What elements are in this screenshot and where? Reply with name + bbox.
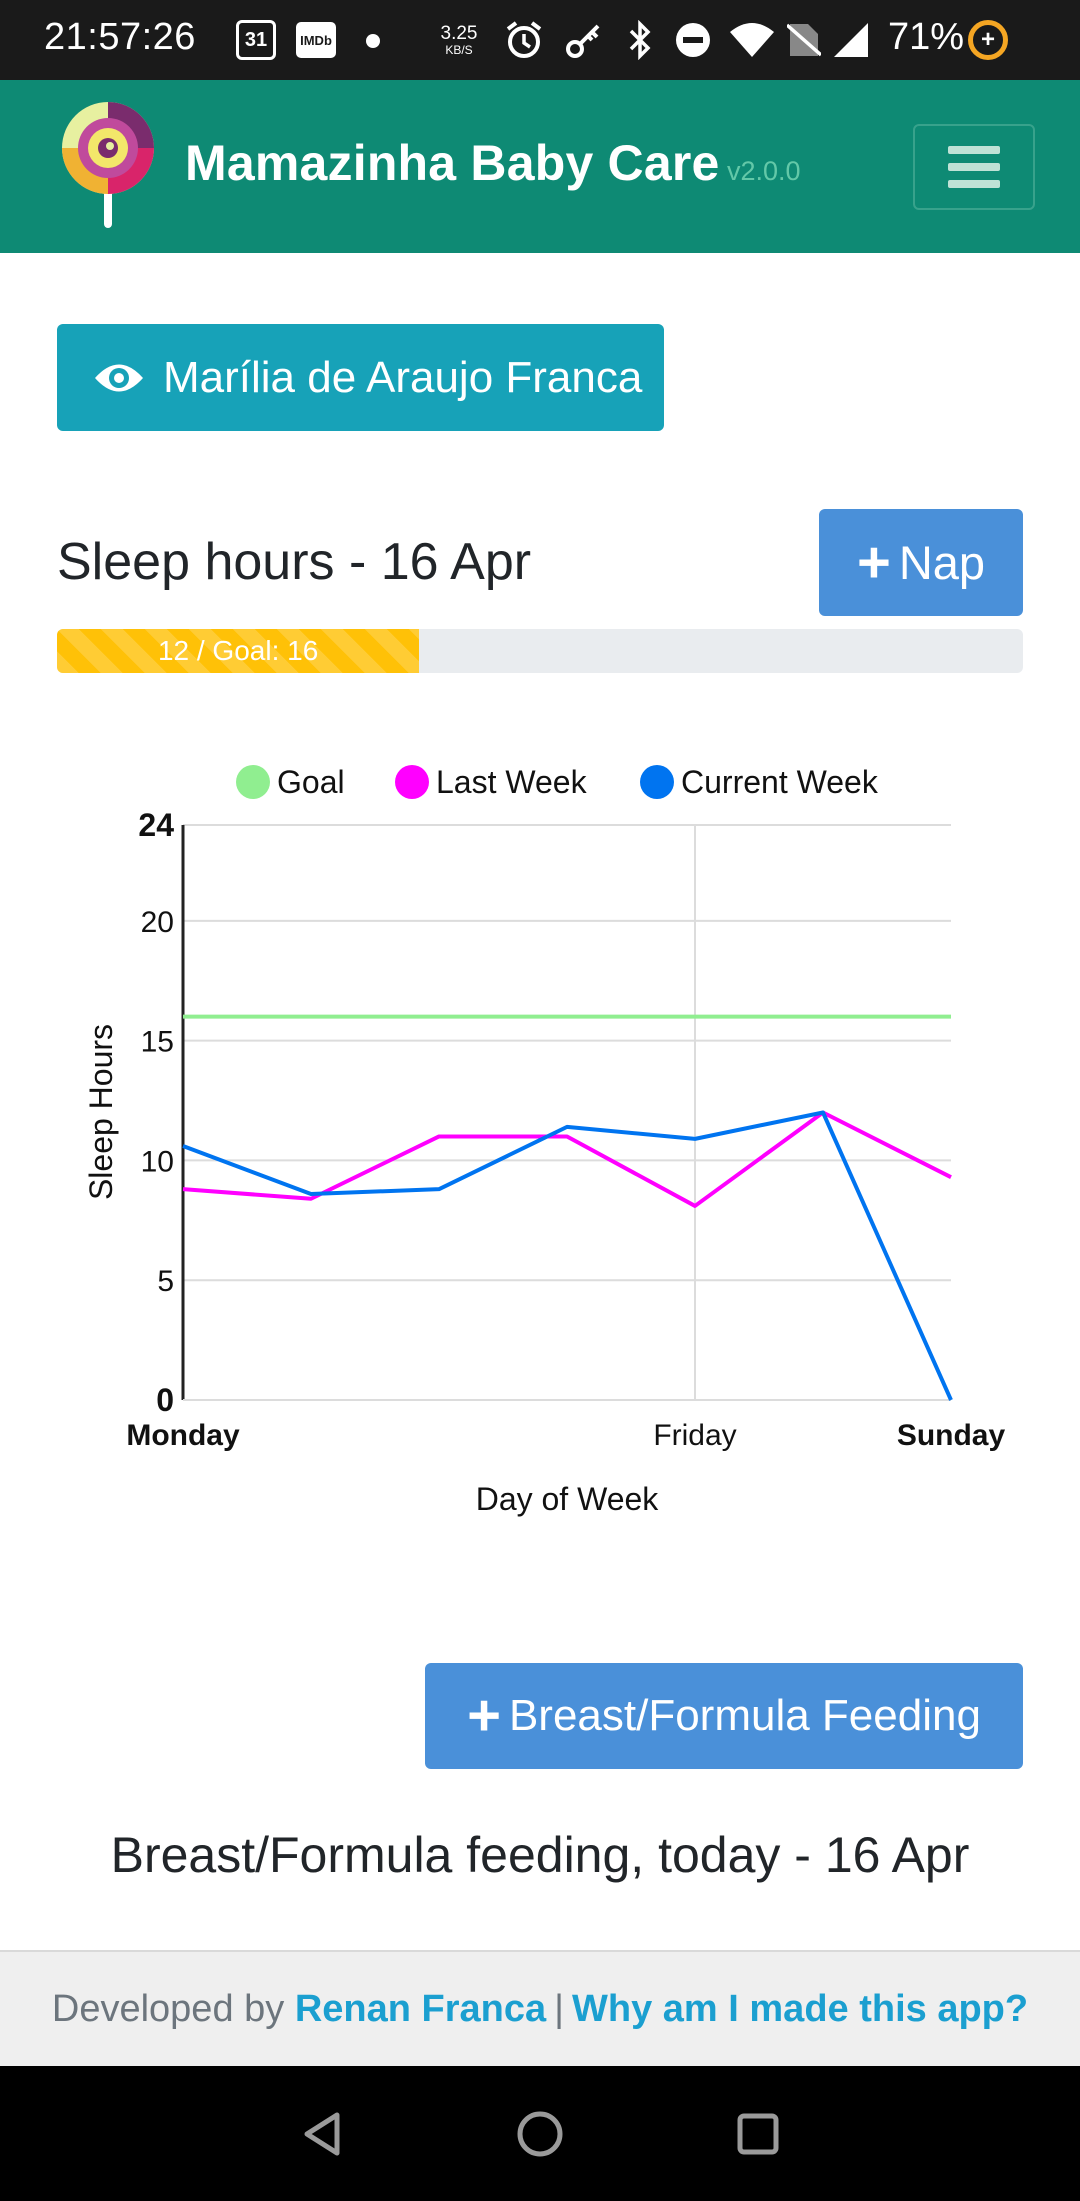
lollipop-logo-icon[interactable] — [60, 100, 156, 230]
legend-swatch — [640, 765, 674, 799]
app-brand[interactable]: Mamazinha Baby Care — [185, 134, 720, 192]
x-tick-label: Sunday — [897, 1419, 1006, 1452]
y-tick-label: 20 — [141, 906, 174, 939]
navbar: Mamazinha Baby Care v2.0.0 — [0, 80, 1080, 253]
y-tick-label: 15 — [141, 1026, 174, 1059]
menu-toggle-button[interactable] — [913, 124, 1035, 210]
plus-icon: + — [467, 1683, 501, 1748]
x-axis-title: Day of Week — [476, 1481, 660, 1517]
net-speed-unit: KB/S — [445, 42, 473, 57]
net-speed-indicator: 3.25 KB/S — [434, 18, 484, 62]
no-sim-icon — [784, 18, 824, 62]
author-link[interactable]: Renan Franca — [295, 1988, 546, 2031]
back-icon[interactable] — [292, 2104, 352, 2164]
legend-swatch — [395, 765, 429, 799]
calendar-icon: 31 — [236, 20, 276, 60]
sleep-goal-progress-bar: 12 / Goal: 16 — [57, 629, 420, 673]
plus-icon: + — [856, 529, 891, 595]
legend-label: Last Week — [436, 764, 588, 800]
add-nap-label: Nap — [898, 536, 986, 589]
legend-label: Current Week — [681, 764, 879, 800]
footer: Developed by Renan Franca | Why am I made … — [0, 1950, 1080, 2066]
recents-icon[interactable] — [728, 2104, 788, 2164]
eye-icon — [93, 361, 145, 395]
net-speed-value: 3.25 — [440, 22, 478, 44]
dnd-icon — [672, 18, 714, 62]
home-icon[interactable] — [510, 2104, 570, 2164]
hamburger-icon — [948, 146, 1000, 154]
footer-prefix: Developed by — [51, 1987, 285, 2030]
feeding-title: Breast/Formula feeding, today - 16 Apr — [110, 1827, 970, 1883]
y-tick-label: 24 — [138, 807, 174, 843]
add-nap-button[interactable]: + Nap — [819, 509, 1023, 616]
add-feeding-label: Breast/Formula Feeding — [508, 1691, 981, 1740]
add-feeding-button[interactable]: + Breast/Formula Feeding — [425, 1663, 1023, 1769]
x-tick-label: Monday — [126, 1419, 240, 1452]
sleep-goal-progress-label: 12 / Goal: 16 — [157, 635, 319, 666]
sleep-hours-title: Sleep hours - 16 Apr — [57, 533, 532, 591]
sleep-chart-svg: 0 5 10 15 20 24 Monday Friday Sunday Goal Last Wee… — [83, 764, 1006, 1517]
notification-dot-icon — [366, 34, 380, 48]
legend-swatch — [236, 765, 270, 799]
y-axis-title: Sleep Hours — [83, 1024, 119, 1200]
bluetooth-icon — [620, 18, 660, 62]
status-bar: 21:57:26 31 IMDb 3.25 KB/S 71% + — [0, 0, 1080, 80]
y-tick-label: 10 — [141, 1145, 174, 1178]
battery-percent: 71% — [888, 16, 965, 58]
sleep-chart: 0 5 10 15 20 24 Monday Friday Sunday Goal Last Wee… — [0, 740, 1080, 1540]
baby-view-button[interactable]: Marília de Araujo Franca — [57, 324, 664, 431]
key-icon — [562, 18, 606, 62]
footer-separator: | — [554, 1987, 565, 2030]
baby-name: Marília de Araujo Franca — [163, 352, 643, 402]
app-version: v2.0.0 — [727, 156, 801, 186]
x-tick-label: Friday — [653, 1419, 736, 1452]
series-line-current-week — [182, 1110, 953, 1401]
android-nav-bar — [0, 2066, 1080, 2201]
signal-icon — [830, 18, 872, 62]
y-tick-label: 0 — [156, 1382, 174, 1418]
wifi-icon — [728, 18, 776, 62]
why-app-link[interactable]: Why am I made this app? — [572, 1988, 1028, 2031]
y-tick-label: 5 — [157, 1265, 174, 1298]
battery-saver-icon: + — [968, 20, 1008, 60]
status-time: 21:57:26 — [44, 16, 196, 58]
legend-label: Goal — [277, 764, 345, 800]
sleep-goal-progress: 12 / Goal: 16 — [57, 629, 1023, 673]
alarm-icon — [502, 18, 546, 62]
imdb-icon: IMDb — [296, 22, 336, 58]
